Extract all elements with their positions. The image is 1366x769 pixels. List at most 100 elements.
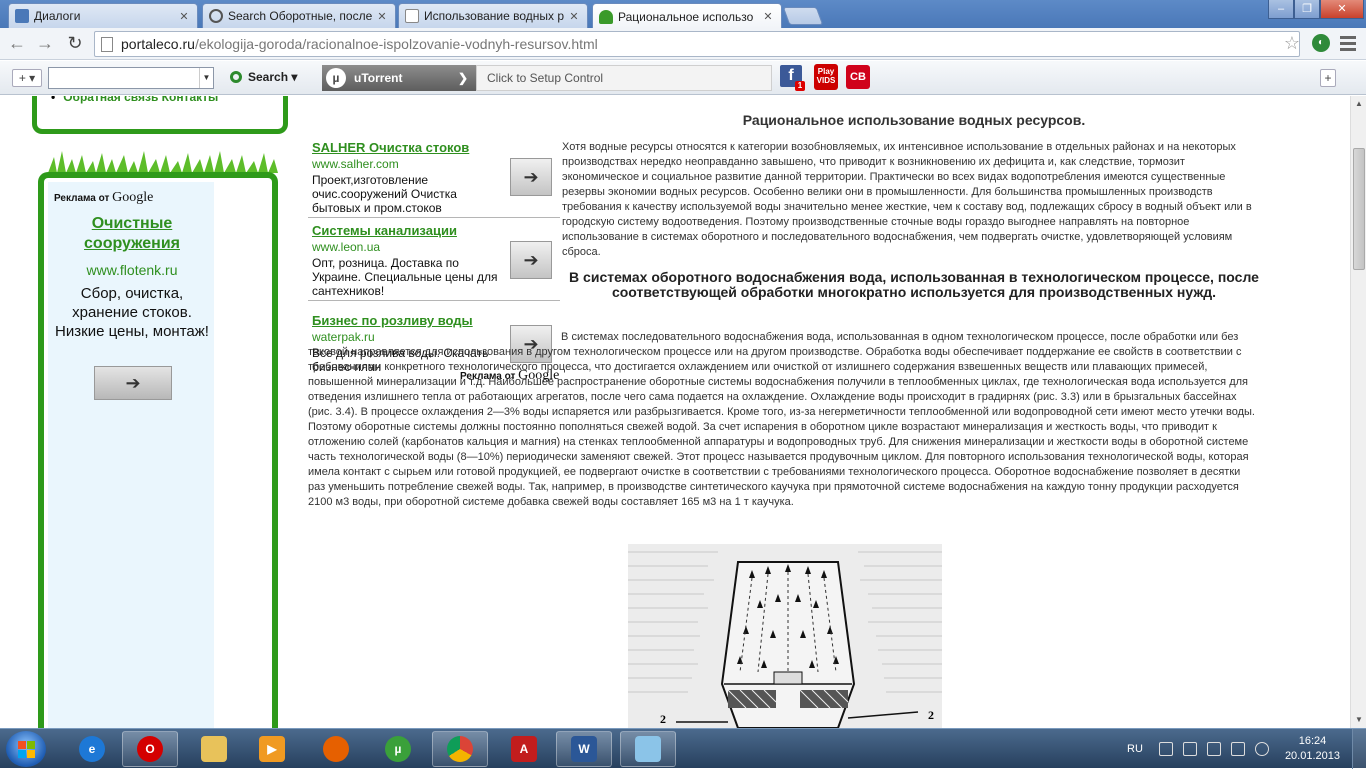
close-icon[interactable]: ✕ [177, 10, 191, 23]
volume-icon[interactable] [1230, 742, 1245, 756]
chrome-icon [447, 736, 473, 762]
ad-title-link[interactable]: SALHER Очистка стоков [312, 140, 560, 155]
url-path: /ekologija-goroda/racionalnoe-ispolzovan… [194, 36, 598, 52]
taskbar-chrome[interactable] [432, 731, 488, 767]
close-icon[interactable]: ✕ [761, 10, 775, 23]
cb-icon[interactable]: CB [846, 65, 870, 89]
ad-arrow-button[interactable]: ➔ [510, 241, 552, 279]
clock-date: 20.01.2013 [1284, 750, 1340, 762]
tab-usage[interactable]: Использование водных р ✕ [398, 3, 588, 28]
taskbar: e O ▶ µ A W RU 16:24 20.01.2013 [0, 728, 1366, 769]
scroll-down-icon[interactable]: ▼ [1351, 712, 1366, 728]
back-icon[interactable]: ← [6, 33, 28, 55]
ad-url[interactable]: www.flotenk.ru [48, 262, 216, 278]
scroll-up-icon[interactable]: ▲ [1351, 96, 1366, 112]
minimize-icon[interactable]: ‒ [1268, 0, 1294, 19]
tab-search[interactable]: Search Оборотные, после ✕ [202, 3, 396, 28]
restore-icon[interactable]: ❐ [1294, 0, 1320, 19]
chevron-down-icon: ❯ [457, 71, 468, 85]
toolbar-search-input[interactable]: ▼ [48, 67, 214, 89]
taskbar-firefox[interactable] [308, 731, 364, 767]
clock[interactable]: 16:24 20.01.2013 [1285, 734, 1340, 764]
play-vids-icon[interactable]: Play VIDS [814, 64, 838, 90]
search-label: Search [248, 70, 289, 84]
ad-description: Проект,изготовление очис.сооружений Очис… [312, 173, 457, 215]
facebook-icon[interactable]: f1 [780, 65, 805, 91]
flag-icon[interactable] [1158, 742, 1173, 756]
chat-icon [15, 9, 29, 23]
ad-arrow-button[interactable]: ➔ [510, 158, 552, 196]
text-ad: SALHER Очистка стоков www.salher.com Про… [312, 140, 560, 215]
sidebar-ad: Реклама от Google Очистные сооружения ww… [38, 172, 278, 728]
taskbar-media[interactable]: ▶ [244, 731, 300, 767]
arrow-right-icon: ➔ [523, 250, 539, 270]
reload-icon[interactable]: ↻ [64, 33, 86, 55]
close-icon[interactable]: ✕ [567, 10, 581, 23]
taskbar-opera[interactable]: O [122, 731, 178, 767]
ads-by-google[interactable]: Реклама от Google [54, 190, 153, 206]
tab-strip: Диалоги ✕ Search Оборотные, после ✕ Испо… [0, 0, 1366, 29]
scroll-thumb[interactable] [1353, 148, 1365, 270]
tab-title: Search Оборотные, после [228, 9, 373, 23]
taskbar-ie[interactable]: e [64, 731, 120, 767]
sidebar-item-label: Обратная связь Контакты [63, 96, 219, 104]
close-icon[interactable]: ✕ [375, 10, 389, 23]
opera-icon: O [137, 736, 163, 762]
tab-dialogs[interactable]: Диалоги ✕ [8, 3, 198, 28]
bookmark-star-icon[interactable]: ☆ [1284, 33, 1300, 54]
tab-title: Рациональное использо [618, 9, 754, 24]
language-indicator[interactable]: RU [1127, 743, 1143, 755]
ad-description: Сбор, очистка, хранение стоков. Низкие ц… [55, 285, 209, 340]
article-title: Рациональное использование водных ресурс… [742, 112, 1086, 128]
setup-control[interactable]: Click to Setup Control [476, 65, 772, 91]
page-scrollbar[interactable]: ▲ ▼ [1350, 96, 1366, 728]
article-paragraph-text: В системах последовательного водоснабжен… [308, 331, 1255, 508]
paint-icon [635, 736, 661, 762]
figure-label: 2 [928, 708, 934, 722]
device-icon[interactable] [1182, 742, 1197, 756]
ad-title-link[interactable]: Очистные сооружения [48, 214, 216, 254]
utorrent-label: uTorrent [354, 71, 403, 85]
ad-description: Опт, розница. Доставка по Украине. Специ… [312, 256, 498, 298]
search-icon [209, 9, 223, 23]
window-close-icon[interactable]: ✕ [1320, 0, 1364, 19]
divider [308, 217, 560, 218]
taskbar-utorrent[interactable]: µ [370, 731, 426, 767]
cooling-tower-drawing [628, 544, 942, 728]
network-icon[interactable] [1206, 742, 1221, 756]
windows-logo-icon [18, 741, 26, 749]
taskbar-explorer[interactable] [186, 731, 242, 767]
page-viewport: Обратная связь Контакты Реклама от Googl… [0, 96, 1350, 728]
taskbar-word[interactable]: W [556, 731, 612, 767]
start-button[interactable] [6, 731, 46, 767]
ad-arrow-button[interactable]: ➔ [94, 366, 172, 400]
add-dropdown-button[interactable]: + ▾ [12, 69, 42, 87]
folder-icon [201, 736, 227, 762]
utorrent-button[interactable]: µ uTorrent ❯ [322, 65, 476, 91]
page-icon [101, 36, 113, 52]
browser-toolbar: ← → ↻ portaleco.ru/ekologija-goroda/raci… [0, 28, 1366, 60]
toolbar-search-button[interactable]: Search ▾ [230, 70, 297, 84]
ad-title-link[interactable]: Системы канализации [312, 223, 560, 238]
chevron-down-icon[interactable]: ▼ [199, 68, 213, 88]
clock-tray-icon[interactable] [1254, 742, 1269, 756]
article-paragraph: Хотя водные ресурсы относятся к категори… [562, 141, 1252, 258]
taskbar-paint[interactable] [620, 731, 676, 767]
extension-icon[interactable]: ◐ [1312, 34, 1330, 52]
extension-toolbar: + ▾ ▼ Search ▾ µ uTorrent ❯ Click to Set… [0, 61, 1366, 95]
address-bar[interactable]: portaleco.ru/ekologija-goroda/racionalno… [94, 31, 1300, 57]
menu-icon[interactable] [1340, 33, 1356, 53]
sidebar-item-feedback[interactable]: Обратная связь Контакты [51, 96, 218, 104]
utorrent-icon: µ [326, 68, 346, 88]
sidebar-nav-box: Обратная связь Контакты [32, 96, 288, 134]
new-tab-button[interactable] [782, 7, 824, 25]
taskbar-acrobat[interactable]: A [496, 731, 552, 767]
tab-rational[interactable]: Рациональное использо ✕ [592, 3, 782, 29]
house-icon [599, 9, 613, 24]
url-domain: portaleco.ru [121, 36, 195, 52]
page-icon [405, 9, 419, 23]
forward-icon[interactable]: → [34, 33, 56, 55]
show-desktop-button[interactable] [1352, 729, 1366, 769]
clock-time: 16:24 [1298, 735, 1327, 747]
add-extension-button[interactable]: + [1320, 69, 1336, 87]
